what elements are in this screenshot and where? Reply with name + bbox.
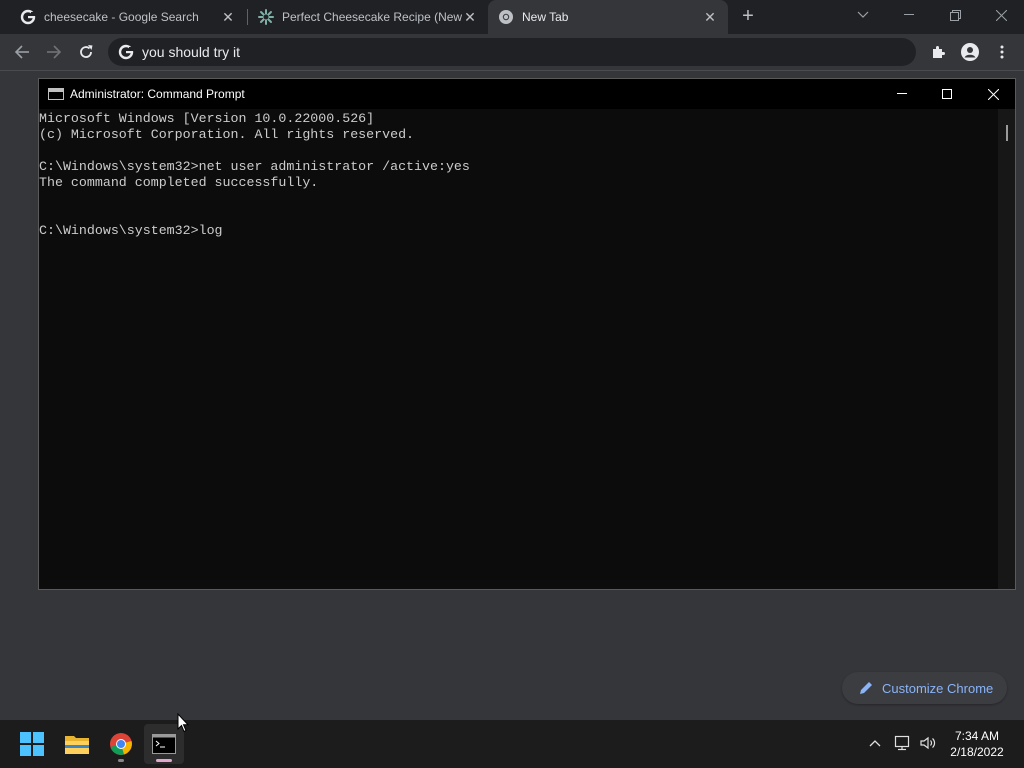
console-prompt-line[interactable]: C:\Windows\system32>log xyxy=(39,223,999,239)
active-indicator xyxy=(156,759,172,762)
tab-cheesecake-search[interactable]: cheesecake - Google Search ✕ xyxy=(0,0,246,34)
start-icon xyxy=(20,732,44,756)
tab-close-icon[interactable]: ✕ xyxy=(702,9,718,26)
google-g-icon xyxy=(118,44,134,60)
back-arrow-icon xyxy=(14,45,29,59)
browser-toolbar xyxy=(0,34,1024,70)
scrollbar-thumb[interactable] xyxy=(1006,125,1008,141)
tab-new-tab[interactable]: New Tab ✕ xyxy=(488,0,728,34)
network-icon xyxy=(894,735,910,751)
puzzle-icon xyxy=(933,46,945,58)
chrome-taskbar-button[interactable] xyxy=(101,724,141,764)
chrome-icon xyxy=(110,733,132,755)
chrome-icon xyxy=(498,9,514,25)
back-button[interactable] xyxy=(10,40,34,64)
volume-button[interactable] xyxy=(917,732,939,754)
tab-close-icon[interactable]: ✕ xyxy=(220,9,236,26)
address-bar[interactable] xyxy=(108,38,916,66)
system-clock[interactable]: 7:34 AM 2/18/2022 xyxy=(944,728,1010,760)
tab-cheesecake-recipe[interactable]: Perfect Cheesecake Recipe (New ✕ xyxy=(248,0,488,34)
kebab-menu-icon xyxy=(1000,45,1004,59)
taskbar: 7:34 AM 2/18/2022 xyxy=(0,720,1024,768)
customize-chrome-label: Customize Chrome xyxy=(882,680,994,696)
avatar-icon xyxy=(961,43,979,61)
customize-chrome-button[interactable]: Customize Chrome xyxy=(842,672,1007,704)
console-line: C:\Windows\system32>net user administrat… xyxy=(39,159,470,174)
profile-button[interactable] xyxy=(958,40,982,64)
cmd-minimize-button[interactable] xyxy=(879,79,925,109)
address-input[interactable] xyxy=(142,44,842,60)
volume-icon xyxy=(920,736,936,750)
cmd-maximize-button[interactable] xyxy=(924,79,970,109)
minimize-button[interactable] xyxy=(886,0,932,30)
chevron-up-icon xyxy=(869,740,881,747)
tab-search-chevron-icon[interactable] xyxy=(840,0,886,30)
menu-button[interactable] xyxy=(990,40,1014,64)
console-line: (c) Microsoft Corporation. All rights re… xyxy=(39,127,415,142)
forward-button[interactable] xyxy=(42,40,66,64)
tab-title: New Tab xyxy=(522,10,569,24)
command-prompt-icon xyxy=(152,734,176,754)
show-hidden-icons-button[interactable] xyxy=(864,732,886,754)
console-scrollbar[interactable] xyxy=(998,109,1015,589)
close-window-button[interactable] xyxy=(978,0,1024,30)
clock-time: 7:34 AM xyxy=(954,729,1000,743)
command-prompt-window[interactable]: Administrator: Command Prompt Microsoft … xyxy=(38,78,1016,590)
extensions-button[interactable] xyxy=(926,40,950,64)
start-button[interactable] xyxy=(12,724,52,764)
tab-title: cheesecake - Google Search xyxy=(44,10,199,24)
file-explorer-icon xyxy=(65,736,89,754)
clock-date: 2/18/2022 xyxy=(950,745,1004,759)
network-button[interactable] xyxy=(892,732,914,754)
reload-button[interactable] xyxy=(74,40,98,64)
recipe-site-icon xyxy=(258,9,274,25)
cmd-title-bar[interactable]: Administrator: Command Prompt xyxy=(39,79,1015,109)
pencil-icon xyxy=(860,682,872,694)
console-output[interactable]: Microsoft Windows [Version 10.0.22000.52… xyxy=(39,109,999,589)
command-prompt-icon xyxy=(48,88,64,100)
file-explorer-button[interactable] xyxy=(57,724,97,764)
tab-title: Perfect Cheesecake Recipe (New xyxy=(282,10,462,24)
console-line: The command completed successfully. xyxy=(39,175,319,190)
reload-icon xyxy=(80,45,93,58)
new-tab-button[interactable]: + xyxy=(737,5,759,27)
tab-strip: cheesecake - Google Search ✕ Perfect Che… xyxy=(0,0,1024,34)
mouse-cursor-icon xyxy=(177,713,189,733)
tab-close-icon[interactable]: ✕ xyxy=(462,9,478,26)
google-g-icon xyxy=(20,9,36,25)
forward-arrow-icon xyxy=(47,45,62,59)
toolbar-divider xyxy=(0,70,1024,71)
cmd-window-title: Administrator: Command Prompt xyxy=(70,87,245,101)
restore-button[interactable] xyxy=(932,0,978,30)
console-line: Microsoft Windows [Version 10.0.22000.52… xyxy=(39,111,375,126)
running-indicator xyxy=(118,759,124,762)
cmd-close-button[interactable] xyxy=(970,79,1016,109)
